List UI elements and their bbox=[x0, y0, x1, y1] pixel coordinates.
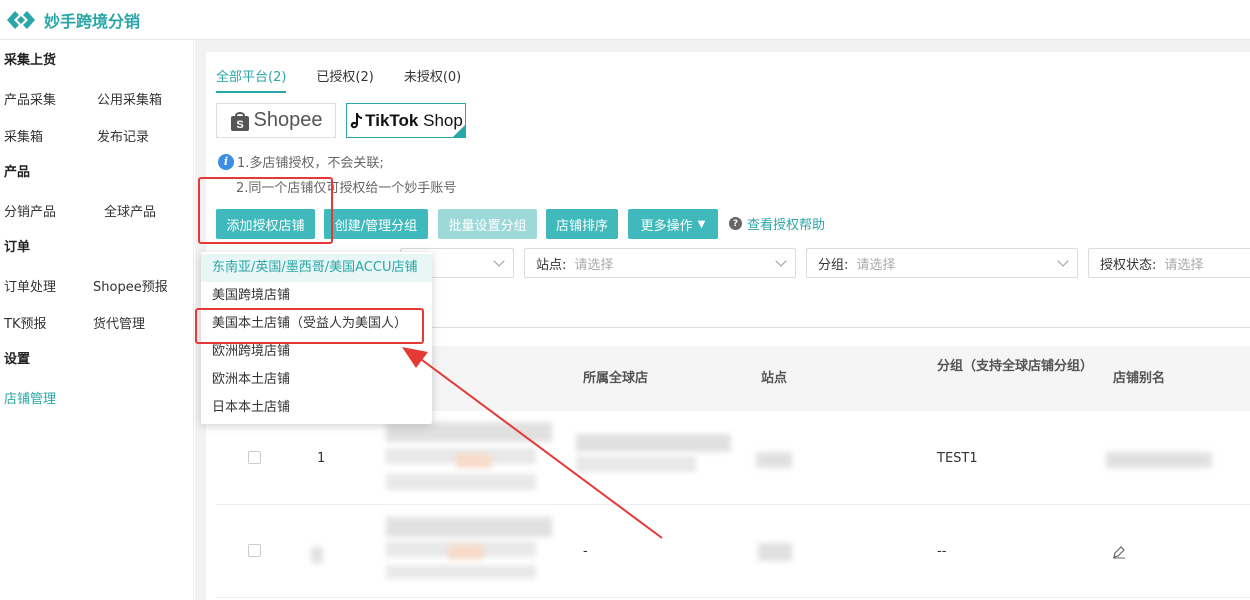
tip-line-1: i 1.多店铺授权，不会关联; bbox=[218, 152, 384, 171]
blurred-global-store bbox=[576, 434, 731, 452]
tip-text-1: 1.多店铺授权，不会关联; bbox=[237, 156, 384, 171]
group-select[interactable]: 分组: 请选择 bbox=[806, 248, 1078, 278]
question-icon: ? bbox=[729, 217, 742, 230]
sidebar-item-collect-box[interactable]: 采集箱 bbox=[4, 126, 97, 145]
auth-help-label: 查看授权帮助 bbox=[747, 218, 826, 233]
blurred-tag bbox=[456, 454, 492, 468]
blurred-global-store-2 bbox=[576, 456, 696, 472]
svg-text:S: S bbox=[236, 119, 243, 131]
dropdown-item-us-local[interactable]: 美国本土店铺（受益人为美国人） bbox=[201, 310, 432, 338]
group-select-label: 分组: bbox=[818, 257, 849, 273]
more-actions-button[interactable]: 更多操作 ▼ bbox=[628, 209, 718, 239]
th-group: 分组（支持全球店铺分组） bbox=[937, 359, 1094, 374]
sidebar-section-product: 产品 bbox=[4, 165, 31, 180]
blurred-site bbox=[756, 452, 792, 468]
group-select-placeholder: 请选择 bbox=[856, 257, 896, 273]
tab-unauthorized[interactable]: 未授权(0) bbox=[404, 66, 461, 93]
platform-shopee[interactable]: S Shopee bbox=[216, 103, 336, 138]
auth-status-label: 授权状态: bbox=[1100, 257, 1157, 273]
site-select[interactable]: 站点: 请选择 bbox=[524, 248, 796, 278]
sidebar-item-product-collect[interactable]: 产品采集 bbox=[4, 89, 97, 108]
sidebar-section-collect: 采集上货 bbox=[4, 53, 57, 68]
sidebar-item-shopee-forecast[interactable]: Shopee预报 bbox=[93, 276, 168, 295]
sidebar-item-publish-log[interactable]: 发布记录 bbox=[97, 126, 149, 145]
chevron-down-icon bbox=[493, 255, 505, 267]
tip-line-2: 2.同一个店铺仅可授权给一个妙手账号 bbox=[236, 177, 456, 196]
sidebar-item-order-process[interactable]: 订单处理 bbox=[4, 276, 93, 295]
dropdown-item-sea-uk-mx-us[interactable]: 东南亚/英国/墨西哥/美国ACCU店铺 bbox=[201, 254, 432, 282]
tip-text-2: 2.同一个店铺仅可授权给一个妙手账号 bbox=[236, 181, 457, 196]
th-site: 站点 bbox=[761, 371, 788, 386]
edit-pencil-icon[interactable] bbox=[1112, 545, 1126, 559]
sidebar-item-public-box[interactable]: 公用采集箱 bbox=[97, 89, 162, 108]
sidebar-item-global-product[interactable]: 全球产品 bbox=[104, 201, 156, 220]
tiktok-logo-text: TikTok Shop bbox=[365, 111, 463, 131]
site-select-placeholder: 请选择 bbox=[574, 257, 614, 273]
row-checkbox[interactable] bbox=[248, 451, 261, 464]
table-row: 1 TEST1 bbox=[216, 412, 1250, 505]
more-actions-label: 更多操作 bbox=[640, 218, 693, 234]
blurred-index bbox=[311, 547, 323, 563]
blurred-alias bbox=[1106, 452, 1212, 468]
sidebar-section-settings: 设置 bbox=[4, 352, 31, 367]
dropdown-item-eu-local[interactable]: 欧洲本土店铺 bbox=[201, 366, 432, 394]
chevron-down-icon bbox=[775, 255, 787, 267]
logo-icon bbox=[7, 10, 35, 29]
platform-tabs: 全部平台(2) 已授权(2) 未授权(0) bbox=[216, 66, 461, 93]
dropdown-item-eu-crossborder[interactable]: 欧洲跨境店铺 bbox=[201, 338, 432, 366]
shopee-logo-text: Shopee bbox=[253, 109, 323, 131]
blurred-store-info bbox=[386, 474, 536, 490]
selected-corner-icon bbox=[453, 125, 465, 137]
table-row: - -- bbox=[216, 505, 1250, 598]
tiktok-note-icon bbox=[350, 112, 363, 128]
store-sort-button[interactable]: 店铺排序 bbox=[546, 209, 618, 239]
tiktok-logo-main: TikTok bbox=[365, 110, 419, 130]
auth-help-link[interactable]: ? 查看授权帮助 bbox=[729, 214, 825, 233]
platform-tiktok[interactable]: TikTok Shop bbox=[346, 103, 466, 138]
sidebar-item-forwarder[interactable]: 货代管理 bbox=[93, 313, 145, 332]
batch-group-button[interactable]: 批量设置分组 bbox=[438, 209, 537, 239]
row-group: -- bbox=[937, 544, 947, 559]
dropdown-item-us-crossborder[interactable]: 美国跨境店铺 bbox=[201, 282, 432, 310]
sidebar-item-tk-forecast[interactable]: TK预报 bbox=[4, 313, 93, 332]
blurred-store-name bbox=[386, 517, 552, 537]
add-store-dropdown: 东南亚/英国/墨西哥/美国ACCU店铺 美国跨境店铺 美国本土店铺（受益人为美国… bbox=[201, 252, 432, 424]
auth-status-placeholder: 请选择 bbox=[1164, 257, 1204, 273]
row-index: 1 bbox=[317, 451, 326, 466]
blurred-store-info bbox=[386, 565, 536, 579]
site-select-label: 站点: bbox=[536, 257, 567, 273]
tab-all[interactable]: 全部平台(2) bbox=[216, 66, 287, 93]
auth-status-select[interactable]: 授权状态: 请选择 bbox=[1088, 248, 1250, 278]
manage-group-button[interactable]: 创建/管理分组 bbox=[324, 209, 428, 239]
row-global-store: - bbox=[583, 544, 588, 559]
app-header: 妙手跨境分销 bbox=[0, 0, 1250, 40]
sidebar-item-dist-product[interactable]: 分销产品 bbox=[4, 201, 104, 220]
sidebar: 采集上货 产品采集 公用采集箱 采集箱 发布记录 产品 分销产品 全球产品 订单… bbox=[0, 40, 194, 600]
dropdown-item-jp-local[interactable]: 日本本土店铺 bbox=[201, 394, 432, 422]
sidebar-section-order: 订单 bbox=[4, 240, 31, 255]
blurred-site bbox=[758, 543, 792, 561]
th-alias: 店铺别名 bbox=[1113, 371, 1166, 386]
row-group: TEST1 bbox=[937, 451, 978, 466]
tab-authorized[interactable]: 已授权(2) bbox=[316, 66, 373, 93]
blurred-store-name bbox=[386, 422, 552, 442]
app-title: 妙手跨境分销 bbox=[44, 11, 141, 31]
add-store-button[interactable]: 添加授权店铺 bbox=[216, 209, 315, 239]
th-global-store: 所属全球店 bbox=[583, 371, 649, 386]
sidebar-item-store-manage[interactable]: 店铺管理 bbox=[4, 388, 56, 407]
chevron-down-icon: ▼ bbox=[697, 218, 706, 230]
shopee-bag-icon: S bbox=[230, 111, 249, 131]
row-checkbox[interactable] bbox=[248, 544, 261, 557]
blurred-tag bbox=[448, 545, 484, 559]
info-icon: i bbox=[218, 153, 234, 170]
chevron-down-icon bbox=[1057, 255, 1069, 267]
